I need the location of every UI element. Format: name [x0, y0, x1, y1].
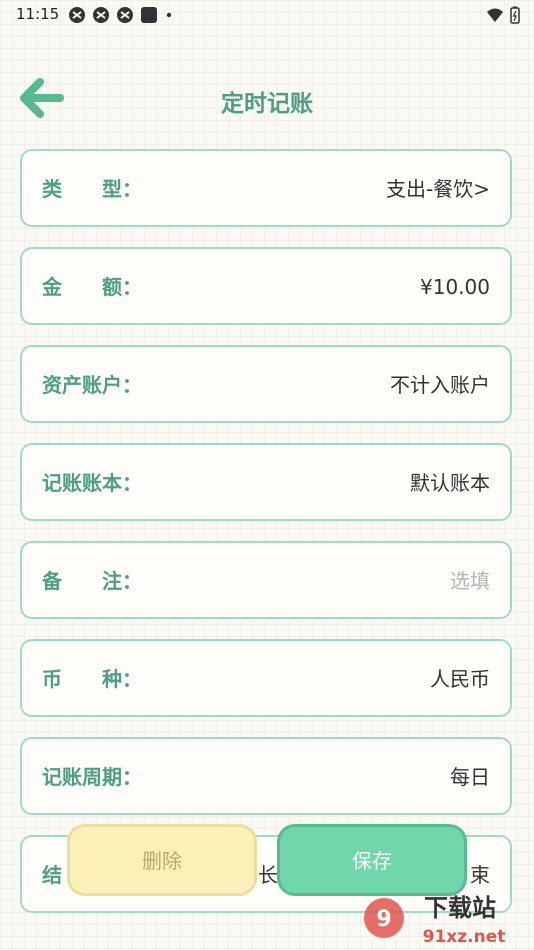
period-label: 记账周期：	[42, 765, 142, 789]
battery-icon	[510, 6, 520, 24]
end-value-partial: 长	[258, 863, 278, 887]
period-value: 每日	[450, 765, 490, 789]
app-notification-icon	[117, 7, 133, 23]
account-value: 不计入账户	[390, 373, 490, 397]
ledger-value: 默认账本	[410, 471, 490, 495]
amount-row[interactable]: 金 额： ¥10.00	[20, 247, 512, 325]
notification-icons	[68, 6, 174, 24]
note-input[interactable]: 选填	[450, 543, 490, 619]
currency-value: 人民币	[430, 667, 490, 691]
system-icons	[486, 6, 520, 24]
save-button[interactable]: 保存	[277, 824, 467, 896]
ledger-row[interactable]: 记账账本： 默认账本	[20, 443, 512, 521]
amount-label: 金 额：	[42, 275, 142, 299]
svg-text:9: 9	[376, 907, 391, 932]
status-bar: 11:15	[0, 0, 534, 28]
watermark-url: 91xz.net	[423, 927, 506, 947]
account-row[interactable]: 资产账户： 不计入账户	[20, 345, 512, 423]
period-row[interactable]: 记账周期： 每日	[20, 737, 512, 815]
app-notification-icon	[93, 7, 109, 23]
app-header: 定时记账	[0, 70, 534, 126]
wifi-icon	[487, 8, 503, 22]
note-row[interactable]: 备 注： 选填	[20, 541, 512, 619]
end-label: 结	[42, 863, 62, 887]
square-app-icon	[141, 7, 157, 23]
watermark-title: 下载站	[424, 894, 496, 922]
watermark-logo: 9 下载站 91xz.net	[364, 894, 506, 947]
delete-button[interactable]: 删除	[67, 824, 257, 896]
type-row[interactable]: 类 型： 支出-餐饮>	[20, 149, 512, 227]
type-value: 支出-餐饮>	[386, 177, 490, 201]
type-label: 类 型：	[42, 177, 142, 201]
status-time: 11:15	[16, 5, 60, 23]
page-title: 定时记账	[221, 91, 313, 117]
app-notification-icon	[69, 7, 85, 23]
ledger-label: 记账账本：	[42, 471, 142, 495]
account-label: 资产账户：	[42, 373, 142, 397]
dot-icon	[166, 12, 172, 18]
amount-value: ¥10.00	[420, 275, 490, 299]
currency-row[interactable]: 币 种： 人民币	[20, 639, 512, 717]
currency-label: 币 种：	[42, 667, 142, 691]
note-label: 备 注：	[42, 569, 142, 593]
